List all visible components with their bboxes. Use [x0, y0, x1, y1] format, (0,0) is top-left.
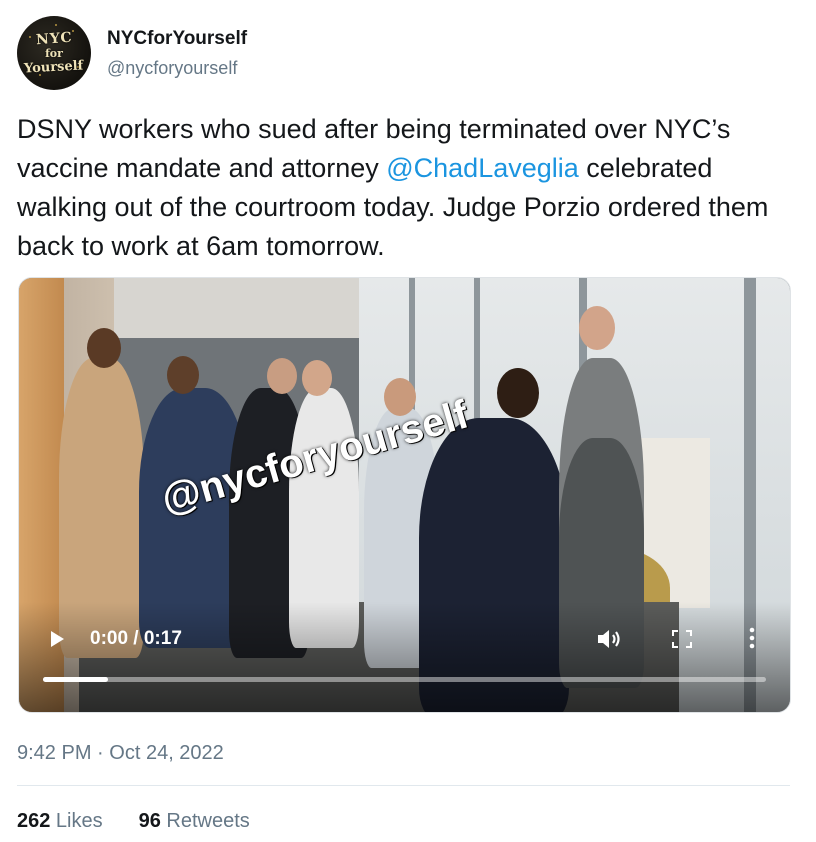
video-progress-fill: [43, 677, 109, 682]
likes-count: 262: [17, 810, 51, 832]
tweet-card: NYC for Yourself NYCforYourself @nycfory…: [0, 0, 816, 842]
video-player[interactable]: @nycforyourself 0:00 / 0:17: [18, 277, 791, 713]
video-controls: [19, 602, 790, 712]
retweets-count: 96: [138, 810, 161, 832]
video-progress-bar[interactable]: [43, 677, 766, 682]
avatar-logo-text: for: [45, 47, 63, 60]
author-handle[interactable]: @nycforyourself: [107, 56, 247, 80]
tweet-date: Oct 24, 2022: [109, 742, 224, 764]
play-icon[interactable]: [51, 631, 64, 647]
divider: [17, 785, 790, 786]
retweets-stat[interactable]: 96 Retweets: [139, 807, 250, 835]
tweet-stats: 262 Likes 96 Retweets: [17, 807, 286, 835]
tweet-header: NYC for Yourself NYCforYourself @nycfory…: [17, 16, 247, 90]
volume-icon[interactable]: [596, 627, 624, 651]
mention-link[interactable]: @ChadLaveglia: [386, 153, 579, 183]
author-display-name[interactable]: NYCforYourself: [107, 27, 247, 51]
separator-dot: ·: [97, 742, 104, 764]
avatar[interactable]: NYC for Yourself: [17, 16, 91, 90]
avatar-logo-text: Yourself: [24, 58, 84, 77]
video-time: 0:00 / 0:17: [90, 628, 182, 649]
likes-label: Likes: [50, 810, 103, 832]
likes-stat[interactable]: 262 Likes: [17, 807, 103, 835]
tweet-timestamp[interactable]: 9:42 PM · Oct 24, 2022: [17, 739, 224, 767]
avatar-logo-text: NYC: [35, 29, 73, 49]
tweet-time: 9:42 PM: [17, 742, 92, 764]
more-options-icon[interactable]: [749, 627, 755, 649]
author-names: NYCforYourself @nycforyourself: [107, 27, 247, 80]
tweet-text: DSNY workers who sued after being termin…: [17, 110, 797, 266]
fullscreen-icon[interactable]: [672, 630, 692, 648]
retweets-label: Retweets: [160, 810, 250, 832]
